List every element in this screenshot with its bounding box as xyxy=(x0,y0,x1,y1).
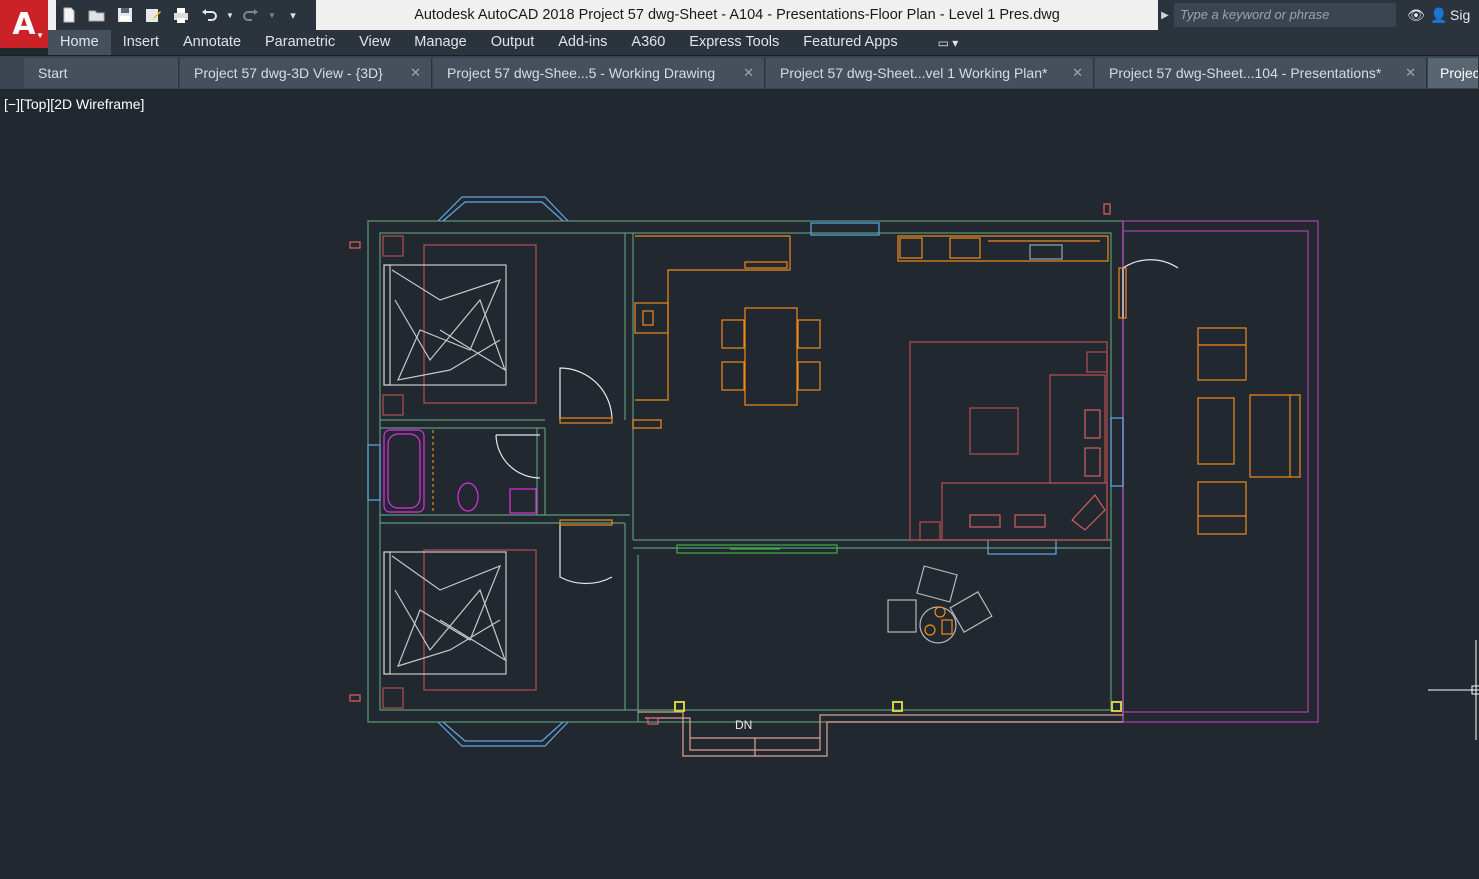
close-icon[interactable]: ✕ xyxy=(1072,58,1083,88)
binoculars-icon[interactable]: 👁 xyxy=(1404,7,1428,24)
doors xyxy=(495,259,1179,585)
file-tab-working-plan[interactable]: Project 57 dwg-Sheet...vel 1 Working Pla… xyxy=(766,58,1094,88)
tab-featured-apps[interactable]: Featured Apps xyxy=(791,30,909,55)
file-tab-presentations[interactable]: Project 57 dwg-Sheet...104 - Presentatio… xyxy=(1095,58,1427,88)
bathroom-fixtures xyxy=(383,429,537,514)
tab-manage[interactable]: Manage xyxy=(402,30,478,55)
undo-icon[interactable] xyxy=(196,2,222,28)
tab-add-ins[interactable]: Add-ins xyxy=(546,30,619,55)
tab-express-tools[interactable]: Express Tools xyxy=(677,30,791,55)
close-icon[interactable]: ✕ xyxy=(1405,58,1416,88)
tab-view[interactable]: View xyxy=(347,30,402,55)
tab-a360[interactable]: A360 xyxy=(619,30,677,55)
help-area: ▶ Type a keyword or phrase 👁 👤 Sig xyxy=(1158,0,1479,30)
room-boundaries xyxy=(382,235,1108,709)
application-menu-button[interactable]: A ▼ xyxy=(0,0,48,48)
file-tab-start[interactable]: Start xyxy=(24,58,179,88)
stair-label: DN xyxy=(735,718,752,732)
tab-annotate[interactable]: Annotate xyxy=(171,30,253,55)
plot-icon[interactable] xyxy=(168,2,194,28)
customize-icon[interactable]: ▾ xyxy=(280,2,306,28)
bay-window-bottom xyxy=(437,721,569,747)
user-icon[interactable]: 👤 xyxy=(1428,7,1450,24)
wall-light-markers xyxy=(349,203,1111,725)
file-tab-current[interactable]: Projec xyxy=(1428,58,1479,88)
chevron-down-icon[interactable]: ▼ xyxy=(224,2,236,28)
file-tab-label: Project 57 dwg-Sheet...vel 1 Working Pla… xyxy=(780,65,1048,81)
veranda-outline xyxy=(638,711,1123,757)
file-tab-3d-view[interactable]: Project 57 dwg-3D View - {3D} ✕ xyxy=(180,58,432,88)
tab-output[interactable]: Output xyxy=(479,30,547,55)
new-icon[interactable] xyxy=(56,2,82,28)
search-input[interactable]: Type a keyword or phrase xyxy=(1174,3,1396,27)
quick-access-toolbar: ▼ ▼ ▾ xyxy=(56,0,316,30)
viewport-controls[interactable]: [−][Top][2D Wireframe] xyxy=(4,96,144,112)
bed-top xyxy=(383,264,507,386)
window-title: Autodesk AutoCAD 2018 Project 57 dwg-She… xyxy=(318,0,1156,30)
cursor-crosshair-icon xyxy=(1428,640,1479,740)
save-as-icon[interactable] xyxy=(140,2,166,28)
file-tabs: Start Project 57 dwg-3D View - {3D} ✕ Pr… xyxy=(0,55,1479,89)
file-tab-label: Projec xyxy=(1440,65,1479,81)
expand-icon[interactable]: ▶ xyxy=(1158,10,1172,21)
close-icon[interactable]: ✕ xyxy=(743,58,754,88)
chevron-down-icon[interactable]: ▼ xyxy=(266,2,278,28)
tab-parametric[interactable]: Parametric xyxy=(253,30,347,55)
sign-in-link[interactable]: Sig xyxy=(1450,7,1470,23)
ribbon-minimize-icon[interactable]: ▭ ▾ xyxy=(938,36,959,50)
file-tab-label: Start xyxy=(38,65,68,81)
lounge-seating xyxy=(969,409,1106,531)
dining-table xyxy=(721,307,821,406)
save-icon[interactable] xyxy=(112,2,138,28)
file-tab-label: Project 57 dwg-Sheet...104 - Presentatio… xyxy=(1109,65,1382,81)
tab-insert[interactable]: Insert xyxy=(111,30,171,55)
kitchen xyxy=(632,235,1109,429)
ribbon-tabs: Home Insert Annotate Parametric View Man… xyxy=(48,30,1479,55)
bay-window-top xyxy=(437,196,569,222)
drawing-canvas[interactable]: DN xyxy=(0,88,1479,879)
close-icon[interactable]: ✕ xyxy=(410,58,421,88)
terrace-outline xyxy=(1122,220,1319,723)
terrace-furniture xyxy=(1197,327,1301,535)
sliding-door xyxy=(676,544,838,554)
exterior-walls xyxy=(367,220,1124,723)
autocad-logo: A xyxy=(12,6,36,42)
file-tab-label: Project 57 dwg-Shee...5 - Working Drawin… xyxy=(447,65,716,81)
veranda-table-set xyxy=(887,565,993,644)
tab-home[interactable]: Home xyxy=(48,30,111,55)
bed-bottom xyxy=(383,551,507,675)
open-icon[interactable] xyxy=(84,2,110,28)
chevron-down-icon: ▼ xyxy=(36,31,44,40)
file-tab-working-drawing[interactable]: Project 57 dwg-Shee...5 - Working Drawin… xyxy=(433,58,765,88)
redo-icon[interactable] xyxy=(238,2,264,28)
file-tab-label: Project 57 dwg-3D View - {3D} xyxy=(194,65,383,81)
